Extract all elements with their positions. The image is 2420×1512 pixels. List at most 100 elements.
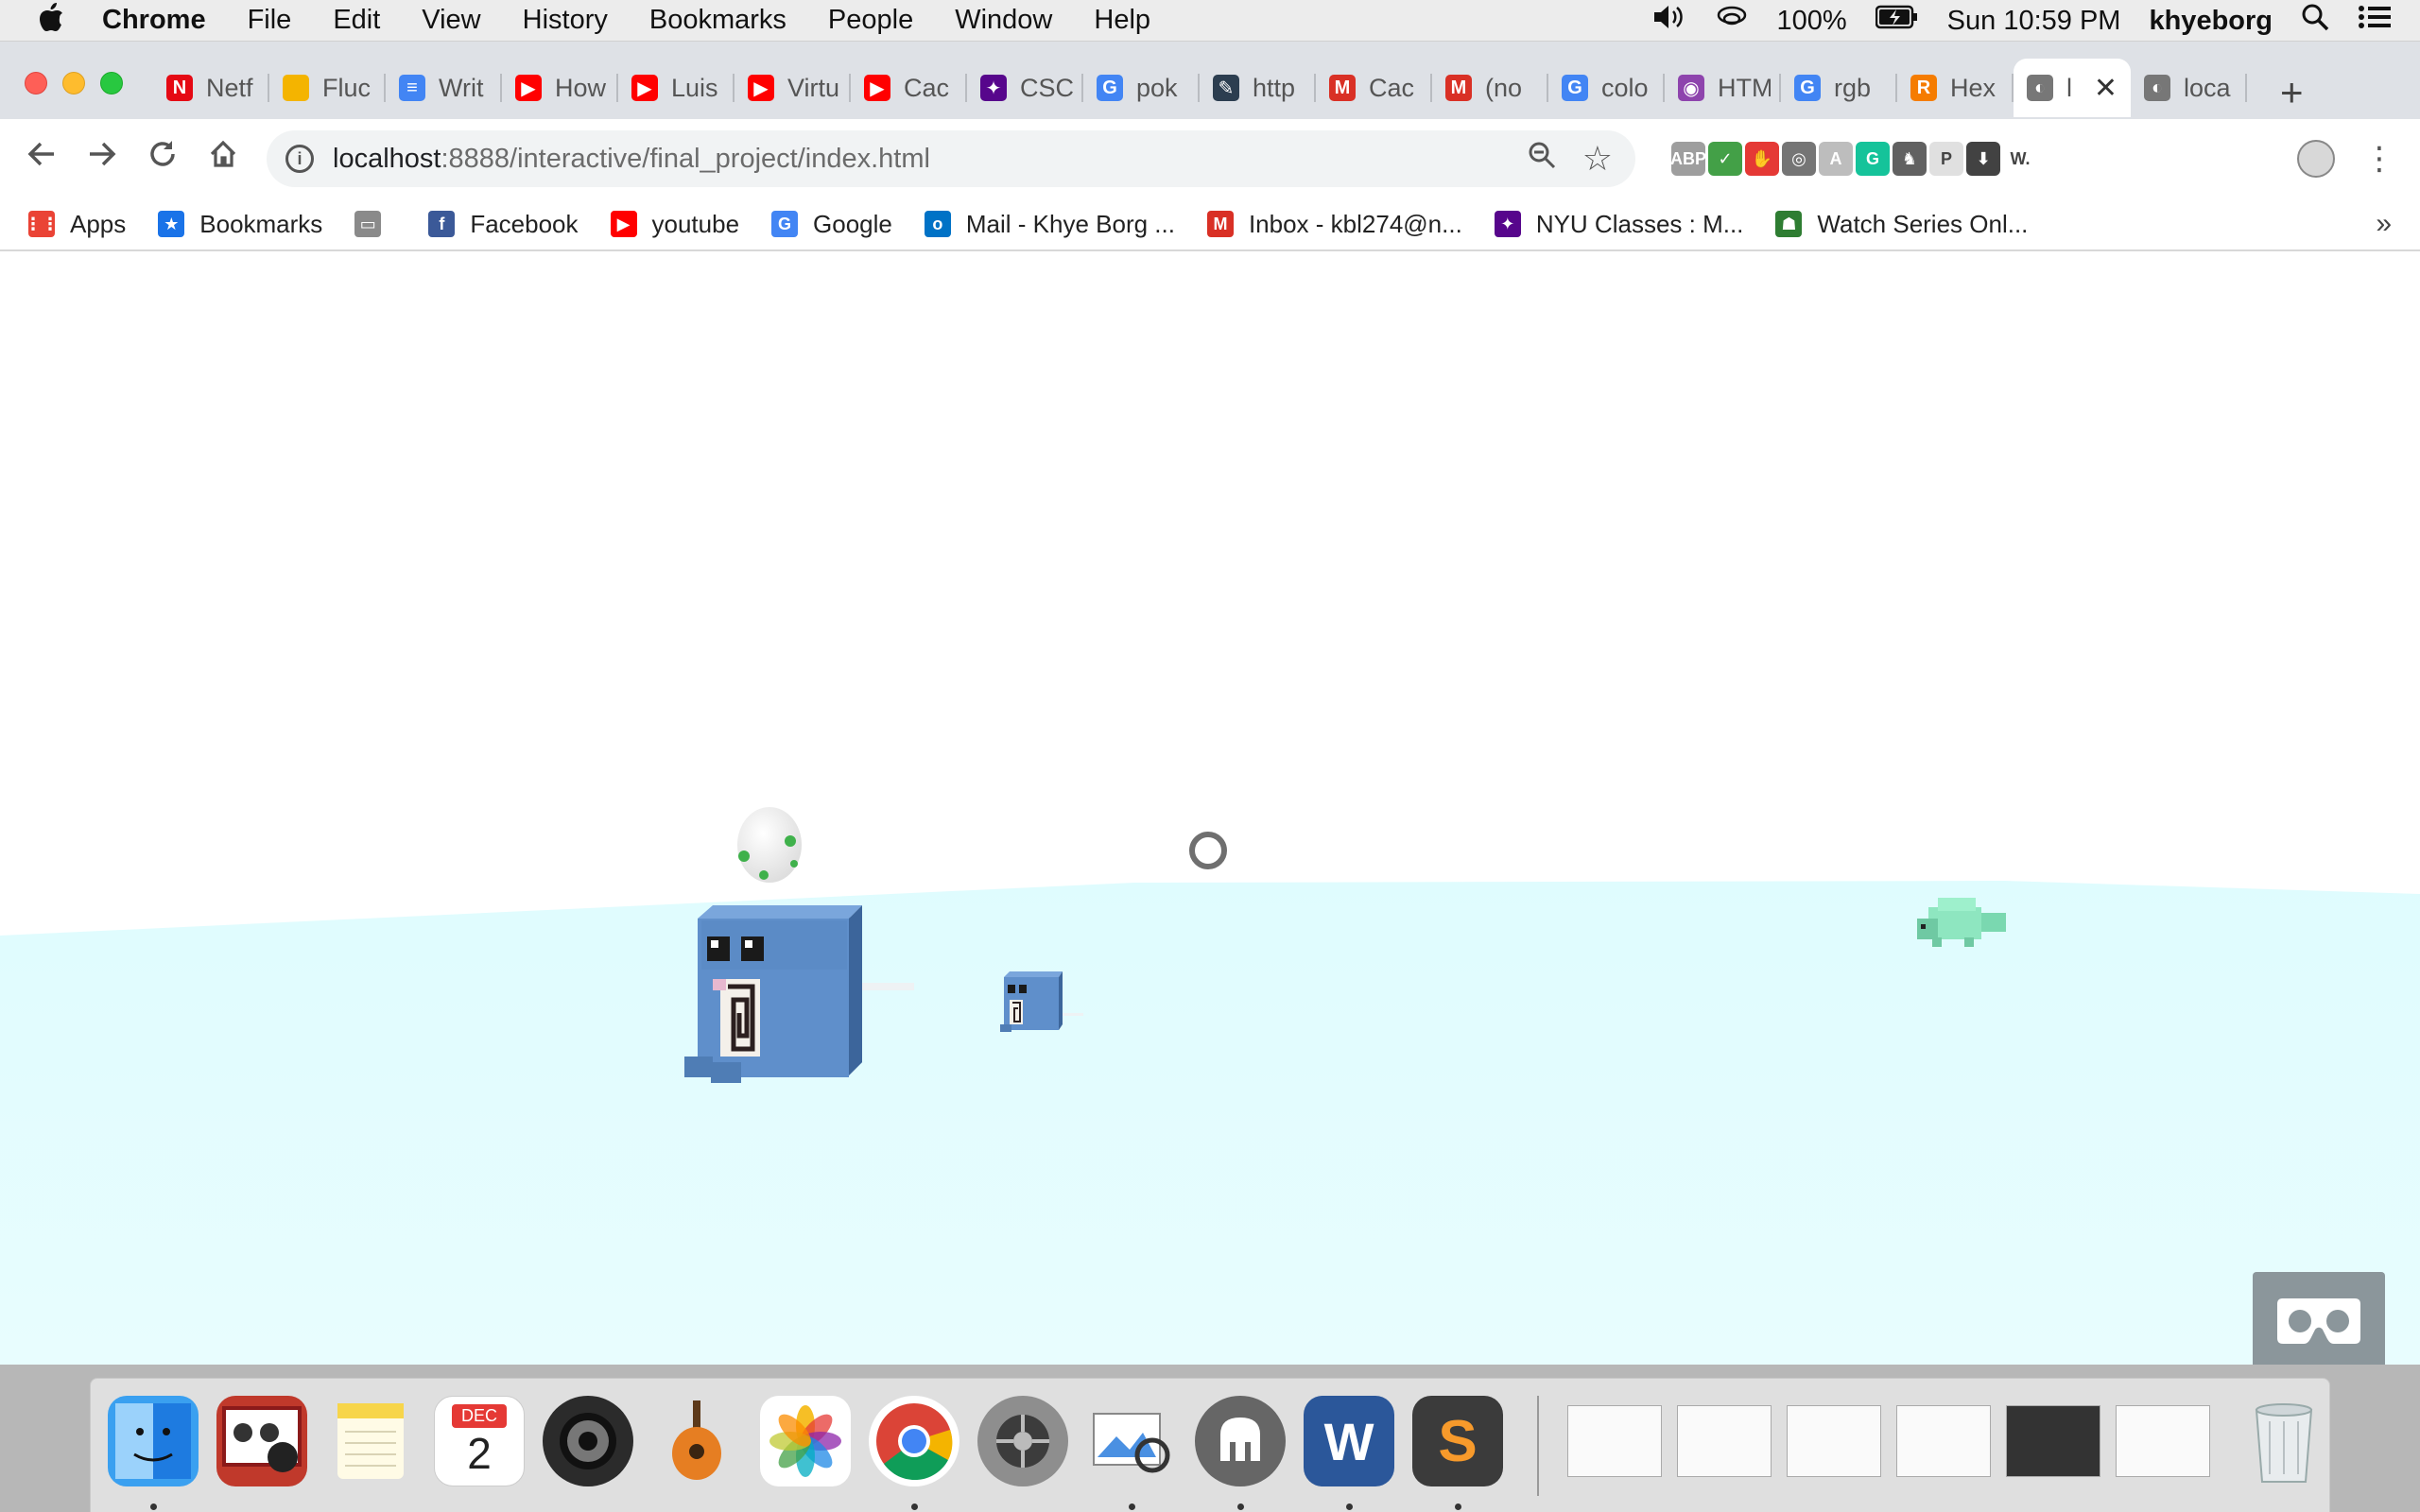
horse-icon[interactable]: ♞ bbox=[1893, 142, 1927, 176]
mamp-icon[interactable] bbox=[1195, 1396, 1286, 1486]
film-reel-icon[interactable]: ◎ bbox=[1782, 142, 1816, 176]
abp-icon[interactable]: ABP bbox=[1670, 142, 1706, 176]
menu-window[interactable]: Window bbox=[955, 5, 1052, 36]
browser-tab[interactable]: ▶ Cac bbox=[851, 59, 967, 117]
bookmark-item[interactable]: o Mail - Khye Borg ... bbox=[924, 210, 1175, 239]
chrome-menu-icon[interactable]: ⋮ bbox=[2363, 140, 2395, 178]
minimize-window-button[interactable] bbox=[62, 72, 85, 94]
dashed-box-icon[interactable]: P bbox=[1929, 142, 1963, 176]
bookmark-star-icon[interactable]: ☆ bbox=[1582, 139, 1613, 179]
photos-icon[interactable] bbox=[760, 1396, 851, 1486]
browser-tab[interactable]: Fluc bbox=[269, 59, 386, 117]
browser-tab[interactable]: M Cac bbox=[1316, 59, 1432, 117]
calendar-icon[interactable]: DEC 2 bbox=[434, 1396, 525, 1486]
minimized-window-thumbnail[interactable] bbox=[1896, 1405, 1991, 1477]
apple-menu-icon[interactable] bbox=[38, 2, 66, 40]
reload-button[interactable] bbox=[142, 138, 183, 179]
minimized-window-thumbnail[interactable] bbox=[1567, 1405, 1662, 1477]
translate-icon[interactable]: A bbox=[1819, 142, 1853, 176]
minimized-window-thumbnail[interactable] bbox=[1787, 1405, 1881, 1477]
browser-tab[interactable]: ✎ http bbox=[1200, 59, 1316, 117]
grammarly-icon[interactable]: G bbox=[1856, 142, 1890, 176]
preview-icon[interactable] bbox=[1086, 1396, 1177, 1486]
bookmark-item[interactable]: f Facebook bbox=[428, 210, 579, 239]
photo-booth-icon[interactable] bbox=[216, 1396, 307, 1486]
wappalyzer-icon[interactable]: W. bbox=[2003, 142, 2037, 176]
vr-scene-canvas[interactable] bbox=[0, 251, 2420, 1365]
back-button[interactable] bbox=[21, 138, 62, 179]
enter-vr-button[interactable] bbox=[2253, 1272, 2385, 1365]
menu-view[interactable]: View bbox=[422, 5, 480, 36]
home-button[interactable] bbox=[202, 138, 244, 179]
shield-icon[interactable]: ✓ bbox=[1708, 142, 1742, 176]
close-tab-icon[interactable]: ✕ bbox=[2094, 72, 2118, 105]
menu-help[interactable]: Help bbox=[1094, 5, 1150, 36]
menubar-clock[interactable]: Sun 10:59 PM bbox=[1947, 6, 2121, 37]
download-icon[interactable]: ⬇ bbox=[1966, 142, 2000, 176]
browser-tab[interactable]: Gpok bbox=[1083, 59, 1200, 117]
chrome-icon[interactable] bbox=[869, 1396, 959, 1486]
garageband-icon[interactable] bbox=[651, 1396, 742, 1486]
zoom-window-button[interactable] bbox=[100, 72, 123, 94]
finder-icon[interactable] bbox=[108, 1396, 199, 1486]
site-info-icon[interactable]: i bbox=[285, 145, 314, 173]
gmail-icon: M bbox=[1329, 75, 1356, 101]
screen-mirroring-icon[interactable] bbox=[1715, 4, 1749, 38]
zoom-icon[interactable] bbox=[1528, 141, 1556, 177]
menu-people[interactable]: People bbox=[828, 5, 913, 36]
stop-hand-icon[interactable]: ✋ bbox=[1745, 142, 1779, 176]
profile-avatar[interactable] bbox=[2297, 140, 2335, 178]
browser-tab[interactable]: ◐ loca bbox=[2131, 59, 2247, 117]
menu-file[interactable]: File bbox=[248, 5, 292, 36]
browser-tab[interactable]: ◐ l ✕ bbox=[2014, 59, 2131, 117]
bookmark-item[interactable]: M Inbox - kbl274@n... bbox=[1206, 210, 1462, 239]
bookmark-item[interactable]: ⋮⋮ Apps bbox=[25, 210, 126, 239]
browser-tab[interactable]: R Hex bbox=[1897, 59, 2014, 117]
browser-tab[interactable]: ▶ Luis bbox=[618, 59, 735, 117]
bookmark-item[interactable]: ☗ Watch Series Onl... bbox=[1775, 210, 2028, 239]
mamp-icon: ◐ bbox=[2144, 75, 2170, 101]
battery-charging-icon[interactable] bbox=[1875, 5, 1919, 37]
browser-tab[interactable]: Gcolo bbox=[1548, 59, 1665, 117]
volume-icon[interactable] bbox=[1652, 4, 1686, 38]
browser-tab[interactable]: ≡ Writ bbox=[386, 59, 502, 117]
minimized-window-thumbnail[interactable] bbox=[1677, 1405, 1772, 1477]
word-icon[interactable]: W bbox=[1304, 1396, 1394, 1486]
menu-edit[interactable]: Edit bbox=[333, 5, 380, 36]
menu-app-name[interactable]: Chrome bbox=[102, 5, 206, 36]
bookmark-item[interactable]: ✦ NYU Classes : M... bbox=[1494, 210, 1743, 239]
google-icon: G bbox=[1097, 75, 1123, 101]
menubar-user[interactable]: khyeborg bbox=[2149, 6, 2273, 37]
tab-title: Virtu bbox=[787, 73, 840, 102]
browser-tab[interactable]: N Netf bbox=[153, 59, 269, 117]
spotlight-search-icon[interactable] bbox=[2301, 3, 2329, 39]
bookmark-item[interactable]: ▶ youtube bbox=[610, 210, 739, 239]
forward-button[interactable] bbox=[81, 138, 123, 179]
address-bar[interactable]: i localhost:8888/interactive/final_proje… bbox=[267, 130, 1635, 187]
bookmark-item[interactable]: G Google bbox=[771, 210, 892, 239]
browser-tab[interactable]: M (no bbox=[1432, 59, 1548, 117]
close-window-button[interactable] bbox=[25, 72, 47, 94]
mac-dock: DEC 2 W S bbox=[90, 1378, 2330, 1512]
minimized-window-thumbnail[interactable] bbox=[2006, 1405, 2100, 1477]
bookmark-item[interactable]: ▭ bbox=[354, 211, 396, 237]
trash-icon[interactable] bbox=[2238, 1396, 2329, 1486]
bookmark-item[interactable]: ★ Bookmarks bbox=[158, 210, 322, 239]
new-tab-button[interactable]: + bbox=[2280, 70, 2304, 115]
notification-center-icon[interactable] bbox=[2358, 4, 2392, 38]
browser-tab[interactable]: Grgb bbox=[1781, 59, 1897, 117]
menu-bookmarks[interactable]: Bookmarks bbox=[649, 5, 786, 36]
minimized-window-thumbnail[interactable] bbox=[2116, 1405, 2210, 1477]
browser-tab[interactable]: ▶ How bbox=[502, 59, 618, 117]
browser-tab[interactable]: ▶ Virtu bbox=[735, 59, 851, 117]
system-preferences-icon[interactable] bbox=[977, 1396, 1068, 1486]
menu-history[interactable]: History bbox=[523, 5, 608, 36]
notes-icon[interactable] bbox=[325, 1396, 416, 1486]
browser-tab[interactable]: ✦ CSC bbox=[967, 59, 1083, 117]
sublime-text-icon[interactable]: S bbox=[1412, 1396, 1503, 1486]
browser-tab[interactable]: ◉ HTM bbox=[1665, 59, 1781, 117]
pokemon-egg[interactable] bbox=[737, 807, 802, 883]
bookmarks-overflow-icon[interactable]: » bbox=[2376, 208, 2392, 240]
page-viewport[interactable] bbox=[0, 251, 2420, 1365]
logic-icon[interactable] bbox=[543, 1396, 633, 1486]
